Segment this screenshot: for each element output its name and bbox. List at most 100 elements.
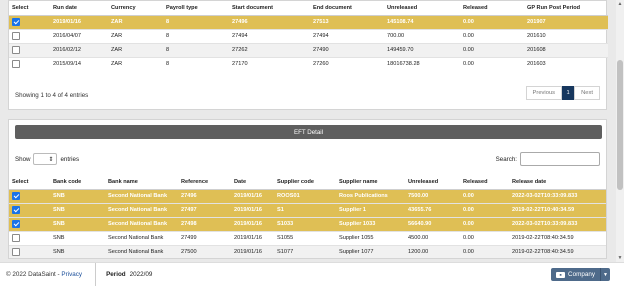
cell: Supplier 1077 (336, 244, 405, 258)
cell: 0.00 (460, 188, 509, 203)
eft-row[interactable]: SNB Second National Bank 27499 2019/01/1… (9, 230, 606, 245)
eft-table: Select Bank code Bank name Reference Dat… (9, 175, 606, 258)
eft-detail-toggle[interactable]: EFT Detail (15, 125, 602, 139)
cell: 2022-03-02T10:33:09.833 (509, 188, 606, 203)
page-scrollbar[interactable]: ▲ ▼ (616, 0, 624, 262)
runs-table: Select Run date Currency Payroll type St… (9, 1, 608, 71)
col-run-date[interactable]: Run date (50, 1, 108, 16)
eft-header-row: Select Bank code Bank name Reference Dat… (9, 175, 606, 190)
cell: 27497 (178, 202, 231, 217)
cell: 27499 (178, 230, 231, 245)
copyright-text: © 2022 DataSaint - (6, 271, 62, 278)
eft-row[interactable]: SNB Second National Bank 27496 2019/01/1… (9, 188, 606, 203)
cell: 2016/04/07 (50, 28, 108, 43)
row-checkbox[interactable] (12, 46, 20, 54)
privacy-link[interactable]: Privacy (61, 271, 82, 278)
col-date[interactable]: Date (231, 175, 274, 190)
cell: 27494 (310, 28, 384, 43)
cell: 8 (163, 56, 229, 71)
cell: 2016/02/12 (50, 42, 108, 57)
scrollbar-thumb[interactable] (617, 60, 623, 190)
cell: 149459.70 (384, 42, 460, 57)
page-1-button[interactable]: 1 (562, 86, 575, 100)
col-payroll-type[interactable]: Payroll type (163, 1, 229, 16)
cell: S1077 (274, 244, 336, 258)
cell: 43655.76 (405, 202, 460, 217)
row-checkbox[interactable] (12, 220, 20, 228)
runs-row[interactable]: 2019/01/16 ZAR 8 27496 27513 145108.74 0… (9, 14, 608, 29)
runs-panel: Select Run date Currency Payroll type St… (8, 0, 608, 110)
page-length-control: Show ⇕ entries (15, 153, 79, 165)
cell: 0.00 (460, 14, 524, 29)
cell: 27260 (310, 56, 384, 71)
company-main[interactable]: ■ Company (551, 268, 600, 281)
cell: ZAR (108, 56, 163, 71)
cell: 2019/01/16 (231, 202, 274, 217)
previous-page-button[interactable]: Previous (525, 86, 563, 100)
row-checkbox[interactable] (12, 192, 20, 200)
cell: S1055 (274, 230, 336, 245)
search-input[interactable] (520, 152, 600, 166)
row-checkbox[interactable] (12, 206, 20, 214)
runs-row[interactable]: 2015/09/14 ZAR 8 27170 27260 18016738.28… (9, 56, 608, 71)
row-checkbox[interactable] (12, 248, 20, 257)
cell: 27262 (229, 42, 310, 57)
col-end-document[interactable]: End document (310, 1, 384, 16)
cell: 0.00 (460, 230, 509, 245)
next-page-button[interactable]: Next (574, 86, 600, 100)
show-label: Show (15, 155, 31, 163)
search-label: Search: (495, 155, 517, 163)
cell: 27496 (229, 14, 310, 29)
row-checkbox[interactable] (12, 32, 20, 40)
scroll-up-icon[interactable]: ▲ (616, 0, 624, 8)
eft-row[interactable]: SNB Second National Bank 27498 2019/01/1… (9, 216, 606, 231)
eft-row[interactable]: SNB Second National Bank 27497 2019/01/1… (9, 202, 606, 217)
row-checkbox[interactable] (12, 234, 20, 242)
company-button[interactable]: ■ Company ▼ (551, 268, 610, 281)
cell: 8 (163, 14, 229, 29)
cell: 0.00 (460, 56, 524, 71)
cell: 4500.00 (405, 230, 460, 245)
col-supplier-code[interactable]: Supplier code (274, 175, 336, 190)
col-unreleased[interactable]: Unreleased (384, 1, 460, 16)
cell: 0.00 (460, 42, 524, 57)
eft-row[interactable]: SNB Second National Bank 27500 2019/01/1… (9, 244, 606, 258)
runs-row[interactable]: 2016/04/07 ZAR 8 27494 27494 700.00 0.00… (9, 28, 608, 43)
cell: Roos Publications (336, 188, 405, 203)
col-reference[interactable]: Reference (178, 175, 231, 190)
col-currency[interactable]: Currency (108, 1, 163, 16)
col-start-document[interactable]: Start document (229, 1, 310, 16)
col-released[interactable]: Released (460, 175, 509, 190)
cell: 201603 (524, 56, 608, 71)
runs-row[interactable]: 2016/02/12 ZAR 8 27262 27490 149459.70 0… (9, 42, 608, 57)
cell: Second National Bank (105, 202, 178, 217)
col-unreleased[interactable]: Unreleased (405, 175, 460, 190)
copyright: © 2022 DataSaint - Privacy (0, 271, 82, 278)
cell: 27496 (178, 188, 231, 203)
table-info: Showing 1 to 4 of 4 entries (15, 92, 89, 99)
col-gp-run-post-period[interactable]: GP Run Post Period (524, 1, 608, 16)
chevron-down-icon[interactable]: ▼ (600, 268, 610, 281)
col-select[interactable]: Select (9, 175, 50, 190)
cell: 27500 (178, 244, 231, 258)
col-released[interactable]: Released (460, 1, 524, 16)
cell: 2019/01/16 (231, 188, 274, 203)
col-bank-name[interactable]: Bank name (105, 175, 178, 190)
col-release-date[interactable]: Release date (509, 175, 606, 190)
cell: 27513 (310, 14, 384, 29)
cell: 2019/01/16 (50, 14, 108, 29)
period-label: Period (106, 271, 126, 278)
cell: 145108.74 (384, 14, 460, 29)
runs-header-row: Select Run date Currency Payroll type St… (9, 1, 608, 16)
scroll-down-icon[interactable]: ▼ (616, 254, 624, 262)
briefcase-icon: ■ (556, 271, 566, 278)
entries-label: entries (60, 155, 80, 163)
row-checkbox[interactable] (12, 18, 20, 26)
page-length-select[interactable]: ⇕ (33, 153, 58, 165)
col-bank-code[interactable]: Bank code (50, 175, 105, 190)
cell: 201610 (524, 28, 608, 43)
row-checkbox[interactable] (12, 60, 20, 69)
period-value: 2022/09 (129, 271, 153, 278)
col-select[interactable]: Select (9, 1, 50, 16)
col-supplier-name[interactable]: Supplier name (336, 175, 405, 190)
